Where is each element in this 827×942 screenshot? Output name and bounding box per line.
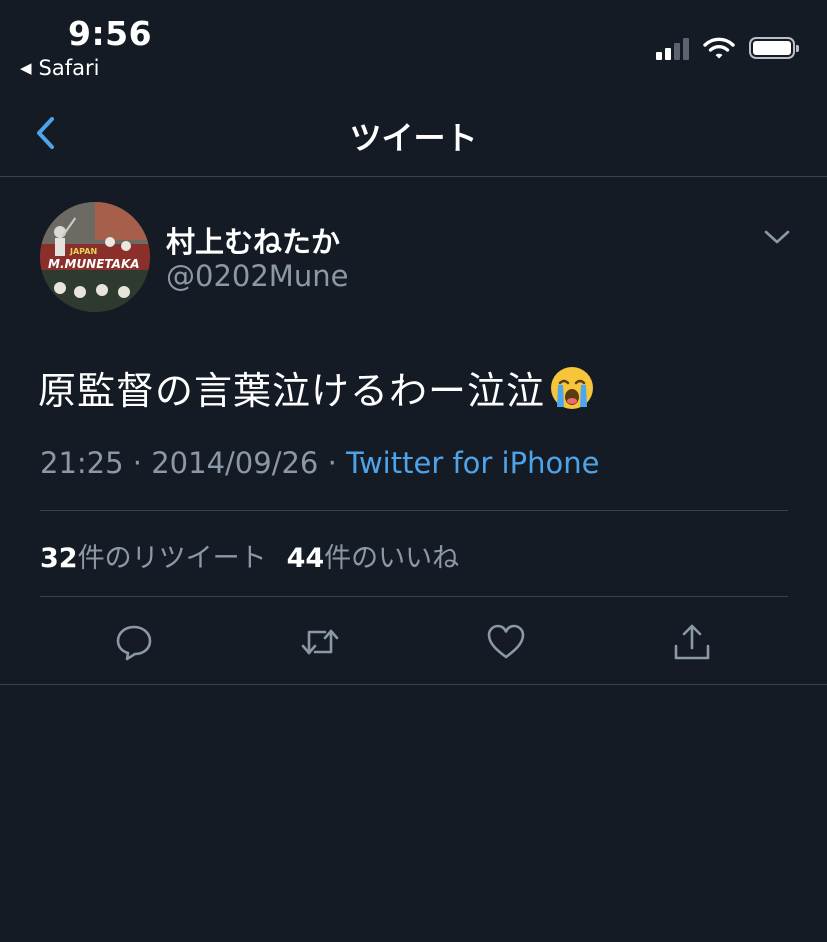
like-count[interactable]: 44件のいいね <box>287 536 460 575</box>
author-name[interactable]: 村上むねたか <box>166 219 340 261</box>
tweet-text: 原監督の言葉泣けるわー泣泣 <box>38 360 595 415</box>
chevron-down-icon[interactable] <box>763 227 791 247</box>
loudly-crying-face-emoji <box>551 366 594 409</box>
cellular-signal-icon <box>656 37 689 60</box>
tweet-body: 原監督の言葉泣けるわー泣泣 <box>38 369 546 413</box>
back-app-label: Safari <box>38 56 100 80</box>
status-bar: 9:56 ◀ Safari <box>0 0 827 95</box>
divider <box>40 596 788 597</box>
tweet-time: 21:25 <box>40 446 124 480</box>
tweet-date: 2014/09/26 <box>151 446 319 480</box>
wifi-icon <box>703 37 735 59</box>
tweet-stats: 32件のリツイート 44件のいいね <box>40 536 459 575</box>
like-icon[interactable] <box>486 622 526 662</box>
retweet-count[interactable]: 32件のリツイート <box>40 536 267 575</box>
battery-icon <box>749 37 799 59</box>
nav-header: ツイート <box>0 95 827 177</box>
author-handle[interactable]: @0202Mune <box>166 259 348 293</box>
tweet-detail: JAPAN M.MUNETAKA 村上むねたか @0202Mune 原監督の言葉… <box>0 177 827 685</box>
back-to-safari-link[interactable]: ◀ Safari <box>20 56 99 80</box>
tweet-meta: 21:25 · 2014/09/26 · Twitter for iPhone <box>40 446 600 480</box>
page-title: ツイート <box>349 119 478 157</box>
status-time: 9:56 <box>68 14 153 53</box>
tweet-actions <box>0 622 827 666</box>
divider <box>40 510 788 511</box>
svg-text:M.MUNETAKA: M.MUNETAKA <box>48 257 140 271</box>
tweet-source-link[interactable]: Twitter for iPhone <box>346 446 599 480</box>
avatar[interactable]: JAPAN M.MUNETAKA <box>40 202 150 312</box>
status-icons <box>656 36 799 60</box>
reply-icon[interactable] <box>114 622 154 662</box>
retweet-icon[interactable] <box>300 622 340 662</box>
svg-text:JAPAN: JAPAN <box>69 247 97 256</box>
share-icon[interactable] <box>672 622 712 662</box>
back-triangle-icon: ◀ <box>20 59 32 77</box>
